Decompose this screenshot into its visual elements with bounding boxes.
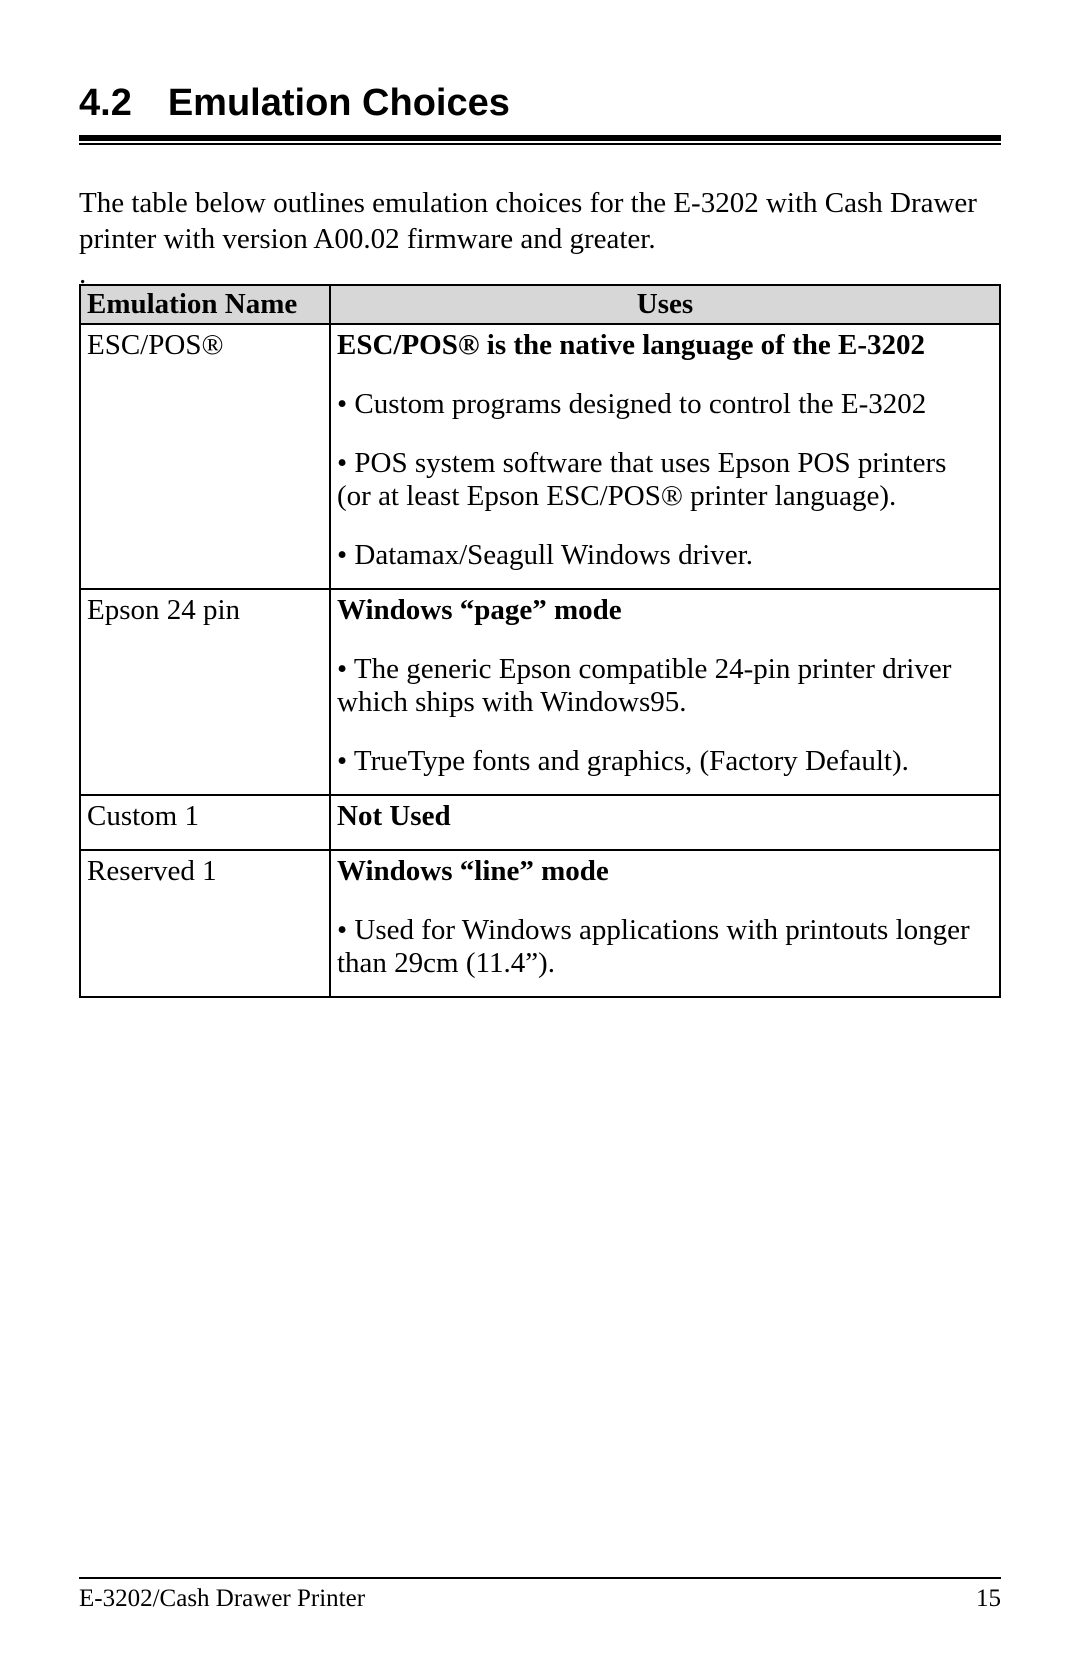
table-header-row: Emulation Name Uses (80, 285, 1000, 324)
section-title: Emulation Choices (168, 82, 510, 124)
emulation-uses: Windows “line” mode • Used for Windows a… (330, 850, 1000, 997)
uses-bullet: • The generic Epson compatible 24-pin pr… (337, 653, 983, 719)
emulation-name: Custom 1 (80, 795, 330, 850)
col-header-uses: Uses (330, 285, 1000, 324)
emulation-uses: ESC/POS® is the native language of the E… (330, 324, 1000, 589)
emulation-name: Epson 24 pin (80, 589, 330, 795)
table-row: Custom 1 Not Used (80, 795, 1000, 850)
table-row: Reserved 1 Windows “line” mode • Used fo… (80, 850, 1000, 997)
emulation-table: Emulation Name Uses ESC/POS® ESC/POS® is… (79, 284, 1001, 998)
page-footer: E-3202/Cash Drawer Printer 15 (79, 1577, 1001, 1613)
uses-heading: Windows “page” mode (337, 594, 983, 627)
section-heading: 4.2 Emulation Choices (79, 82, 1001, 125)
heading-rule-thin (79, 143, 1001, 145)
stray-dot: . (79, 264, 1001, 284)
uses-bullet: • Datamax/Seagull Windows driver. (337, 539, 983, 572)
uses-bullet: • POS system software that uses Epson PO… (337, 447, 983, 513)
emulation-name: Reserved 1 (80, 850, 330, 997)
table-row: ESC/POS® ESC/POS® is the native language… (80, 324, 1000, 589)
emulation-uses: Windows “page” mode • The generic Epson … (330, 589, 1000, 795)
footer-page-number: 15 (976, 1585, 1001, 1613)
uses-heading: Not Used (337, 800, 983, 833)
uses-heading: ESC/POS® is the native language of the E… (337, 329, 983, 362)
intro-paragraph: The table below outlines emulation choic… (79, 185, 1001, 258)
uses-bullet: • Custom programs designed to control th… (337, 388, 983, 421)
col-header-name: Emulation Name (80, 285, 330, 324)
heading-rule-thick (79, 135, 1001, 141)
uses-heading: Windows “line” mode (337, 855, 983, 888)
footer-left: E-3202/Cash Drawer Printer (79, 1585, 365, 1613)
uses-bullet: • Used for Windows applications with pri… (337, 914, 983, 980)
uses-bullet: • TrueType fonts and graphics, (Factory … (337, 745, 983, 778)
emulation-name: ESC/POS® (80, 324, 330, 589)
emulation-uses: Not Used (330, 795, 1000, 850)
section-number: 4.2 (79, 82, 132, 125)
table-row: Epson 24 pin Windows “page” mode • The g… (80, 589, 1000, 795)
